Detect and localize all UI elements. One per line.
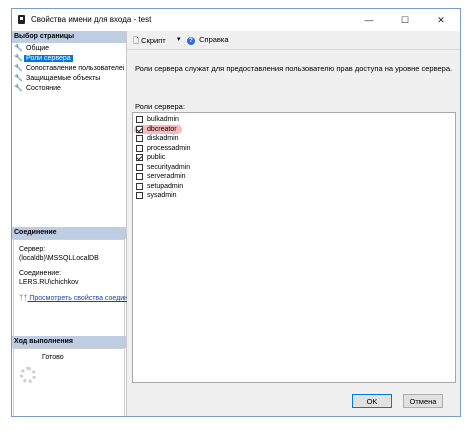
role-checkbox[interactable] — [136, 163, 143, 171]
help-label: Справка — [199, 35, 229, 44]
page-item[interactable]: 🔧 Сопоставление пользователей — [14, 64, 124, 74]
page-item[interactable]: 🔧 Состояние — [14, 84, 124, 94]
connection-header: Соединение — [12, 227, 126, 239]
left-pane: Выбор страницы 🔧 Общие 🔧 Роли сервера 🔧 Сопос… — [12, 31, 143, 416]
role-checkbox[interactable] — [136, 144, 143, 152]
page-item[interactable]: 🔧 Защищаемые объекты — [14, 74, 124, 84]
role-item[interactable]: setupadmin — [136, 182, 183, 191]
server-roles-list: bulkadmin dbcreator diskadmin processadmin p… — [132, 112, 456, 383]
page-item[interactable]: 🔧 Общие — [14, 44, 124, 54]
role-checkbox[interactable] — [136, 173, 143, 180]
wrench-icon: 🔧 — [14, 65, 23, 72]
script-label: Скрипт — [141, 36, 166, 45]
script-button[interactable]: 🗋 Скрипт — [133, 35, 166, 48]
role-name: diskadmin — [147, 135, 179, 142]
role-checkbox[interactable] — [136, 182, 143, 190]
view-connection-properties-link[interactable]: ᛉᛉ Просмотреть свойства соединения — [19, 295, 143, 302]
role-item[interactable]: diskadmin — [136, 134, 179, 143]
role-name: setupadmin — [147, 182, 184, 190]
role-checkbox[interactable] — [136, 135, 143, 142]
role-checkbox[interactable] — [136, 192, 143, 199]
role-item[interactable]: bulkadmin — [136, 115, 179, 124]
role-checkbox[interactable] — [136, 116, 143, 123]
title-bar[interactable]: Свойства имени для входа - test — ☐ ✕ — [12, 9, 460, 31]
progress-box: Готово — [13, 348, 125, 416]
cancel-button[interactable]: Отмена — [403, 394, 443, 408]
server-value: (localdb)\MSSQLLocalDB — [19, 255, 99, 262]
role-item[interactable]: public — [136, 153, 165, 162]
role-name: bulkadmin — [147, 116, 179, 123]
role-item[interactable]: dbcreator — [134, 124, 182, 134]
help-button[interactable]: ? Справка — [187, 35, 229, 45]
page-item[interactable]: 🔧 Роли сервера — [14, 54, 124, 64]
page-item-label: Защищаемые объекты — [26, 75, 101, 82]
role-item[interactable]: serveradmin — [136, 172, 186, 181]
role-checkbox[interactable] — [136, 154, 143, 161]
login-properties-window: Свойства имени для входа - test — ☐ ✕ Вы… — [11, 8, 461, 417]
page-item-label: Роли сервера — [24, 55, 73, 62]
server-roles-label: Роли сервера: — [135, 102, 185, 111]
role-item[interactable]: processadmin — [136, 144, 191, 153]
role-name: sysadmin — [147, 192, 177, 199]
page-item-label: Сопоставление пользователей — [26, 65, 124, 72]
close-button[interactable]: ✕ — [426, 9, 456, 31]
role-name: processadmin — [147, 144, 191, 152]
progress-header: Ход выполнения — [12, 336, 126, 348]
page-item-label: Общие — [26, 45, 50, 52]
app-icon — [18, 15, 25, 24]
role-name: dbcreator — [147, 125, 177, 133]
role-item[interactable]: sysadmin — [136, 191, 177, 200]
page-item-label: Состояние — [26, 85, 61, 92]
window-title: Свойства имени для входа - test — [31, 15, 152, 24]
wrench-icon: 🔧 — [14, 85, 23, 92]
wrench-icon: 🔧 — [14, 75, 23, 82]
role-name: public — [147, 154, 166, 161]
wrench-icon: 🔧 — [14, 45, 23, 52]
role-checkbox[interactable] — [136, 125, 143, 133]
connection-properties-icon: ᛉᛉ — [19, 295, 28, 302]
maximize-button[interactable]: ☐ — [390, 9, 420, 31]
dialog-footer: OK Отмена — [127, 387, 460, 416]
server-roles-description: Роли сервера служат для предоставления п… — [135, 64, 453, 73]
ok-button[interactable]: OK — [352, 394, 392, 408]
progress-spinner-icon — [20, 367, 36, 383]
script-icon: 🗋 — [133, 36, 140, 45]
role-name: securityadmin — [147, 163, 191, 171]
minimize-button[interactable]: — — [354, 9, 384, 31]
toolbar: 🗋 Скрипт ▾ ? Справка — [127, 31, 460, 50]
server-label: Сервер: — [19, 246, 46, 253]
main-pane: 🗋 Скрипт ▾ ? Справка Роли сервера служат… — [127, 31, 460, 387]
role-item[interactable]: securityadmin — [136, 163, 190, 172]
connection-label: Соединение: — [19, 270, 62, 277]
wrench-icon: 🔧 — [14, 55, 23, 62]
connection-box: Сервер: (localdb)\MSSQLLocalDB Соединени… — [13, 239, 143, 337]
connection-value: LERS.RU\chichkov — [19, 279, 79, 286]
select-page-header: Выбор страницы — [12, 31, 126, 43]
help-icon: ? — [187, 37, 195, 45]
script-dropdown-arrow[interactable]: ▾ — [177, 35, 181, 43]
role-name: serveradmin — [147, 173, 186, 180]
progress-status: Готово — [42, 354, 64, 361]
